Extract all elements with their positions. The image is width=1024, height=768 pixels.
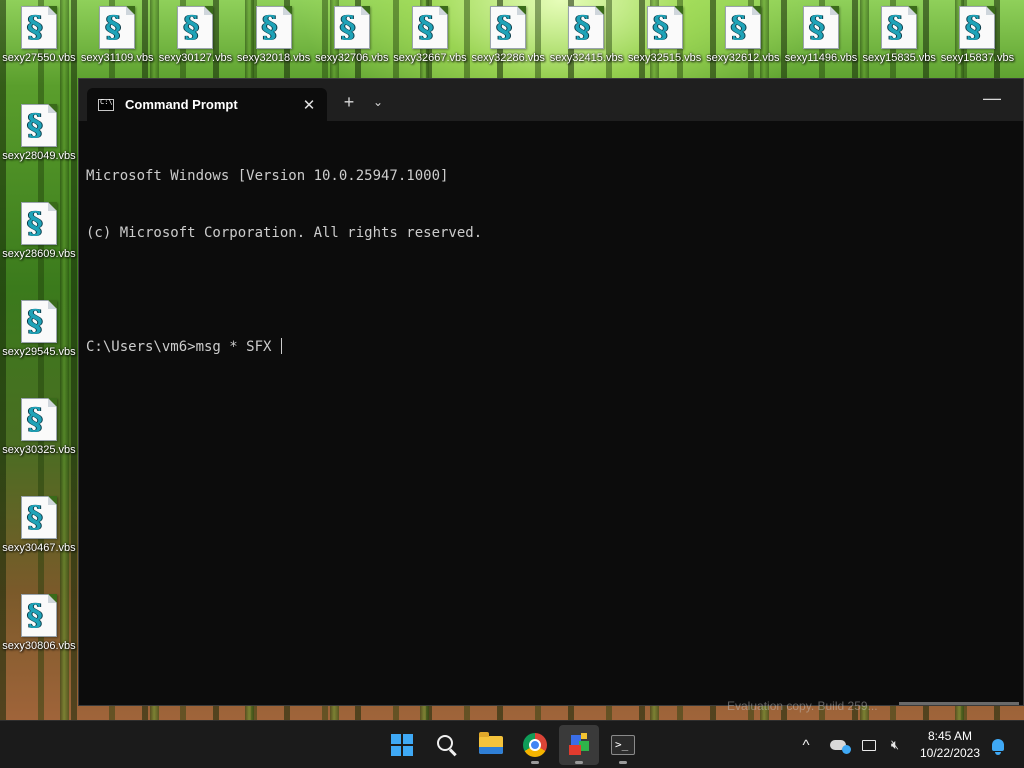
desktop-icon-label: sexy30467.vbs <box>2 542 76 554</box>
desktop-icon-label: sexy29545.vbs <box>2 346 76 358</box>
script-file-icon: § <box>333 6 370 49</box>
clock-time: 8:45 AM <box>927 729 973 743</box>
script-file-icon: § <box>21 496 57 539</box>
text-cursor <box>280 338 282 354</box>
desktop-icon-vbs[interactable]: § sexy28049.vbs <box>0 98 78 162</box>
chrome-button[interactable] <box>515 725 555 765</box>
console-line: Microsoft Windows [Version 10.0.25947.10… <box>86 168 449 184</box>
desktop-icon-label: sexy32286.vbs <box>471 52 545 64</box>
tab-dropdown-button[interactable]: ⌄ <box>365 91 391 113</box>
console-line: (c) Microsoft Corporation. All rights re… <box>86 225 483 241</box>
clock-date: 10/22/2023 <box>919 746 981 760</box>
tab-command-prompt[interactable]: Command Prompt ✕ <box>87 88 327 121</box>
desktop-icon-vbs[interactable]: § sexy32706.vbs <box>313 0 391 64</box>
show-hidden-icons-chevron[interactable]: ^ <box>795 721 817 768</box>
script-file-icon: § <box>21 300 57 343</box>
notification-bell-icon[interactable] <box>988 721 1008 768</box>
desktop-icon-vbs[interactable]: § sexy31109.vbs <box>78 0 156 64</box>
script-file-icon: § <box>177 6 214 49</box>
desktop-icon-vbs[interactable]: § sexy28609.vbs <box>0 196 78 260</box>
terminal-button[interactable]: >_ <box>603 725 643 765</box>
desktop-icon-vbs[interactable]: § sexy32018.vbs <box>235 0 313 64</box>
desktop-icon-vbs[interactable]: § sexy15837.vbs <box>938 0 1016 64</box>
script-file-icon: § <box>881 6 918 49</box>
command-prompt-window[interactable]: Command Prompt ✕ + ⌄ — Microsoft Windows… <box>78 78 1024 713</box>
script-file-icon: § <box>803 6 839 49</box>
desktop-icon-label: sexy32706.vbs <box>315 52 389 64</box>
taskbar: >_ ^ 🔇︎ 8:45 AM 10/22/2023 <box>0 720 1024 768</box>
desktop-icon-label: sexy31109.vbs <box>80 52 154 64</box>
title-bar[interactable]: Command Prompt ✕ + ⌄ — <box>79 79 1023 121</box>
desktop-icon-vbs[interactable]: § sexy30467.vbs <box>0 490 78 554</box>
script-file-icon: § <box>21 104 57 147</box>
desktop-icon-label: sexy30806.vbs <box>2 640 76 652</box>
desktop-icon-vbs[interactable]: § sexy27550.vbs <box>0 0 78 64</box>
desktop-icon-label: sexy15837.vbs <box>940 52 1015 64</box>
desktop-icon-vbs[interactable]: § sexy32515.vbs <box>626 0 704 64</box>
console-output[interactable]: Microsoft Windows [Version 10.0.25947.10… <box>86 129 1013 395</box>
desktop-icon-label: sexy28609.vbs <box>2 248 76 260</box>
script-file-icon: § <box>99 6 136 49</box>
desktop-icon-vbs[interactable]: § sexy32612.vbs <box>704 0 782 64</box>
script-file-icon: § <box>21 202 57 245</box>
desktop-icon-vbs[interactable]: § sexy30806.vbs <box>0 588 78 652</box>
search-button[interactable] <box>427 725 467 765</box>
script-file-icon: § <box>646 6 683 49</box>
onedrive-icon[interactable] <box>826 721 851 768</box>
desktop-icon-label: sexy32515.vbs <box>627 52 702 64</box>
desktop-icon-vbs[interactable]: § sexy11496.vbs <box>782 0 860 64</box>
desktop-icon-label: sexy30325.vbs <box>2 444 76 456</box>
desktop-icon-label: sexy27550.vbs <box>2 52 76 64</box>
volume-muted-icon[interactable]: 🔇︎ <box>884 721 906 768</box>
desktop-icon-label: sexy32667.vbs <box>393 52 467 64</box>
prompt-text: C:\Users\vm6>msg * SFX <box>86 339 280 355</box>
desktop-icon-label: sexy32018.vbs <box>236 52 311 64</box>
desktop-icon-label: sexy11496.vbs <box>784 52 858 64</box>
tab-title: Command Prompt <box>125 97 238 112</box>
scrollbar[interactable] <box>899 702 1019 705</box>
desktop-icon-label: sexy32612.vbs <box>706 52 780 64</box>
cmd-icon <box>98 98 114 111</box>
desktop-icon-vbs[interactable]: § sexy30325.vbs <box>0 392 78 456</box>
clock[interactable]: 8:45 AM 10/22/2023 <box>912 728 988 762</box>
search-icon <box>437 735 453 751</box>
network-icon[interactable] <box>858 721 880 768</box>
desktop-icon-label: sexy30127.vbs <box>158 52 233 64</box>
windows-logo-icon <box>391 734 413 756</box>
desktop-icon-vbs[interactable]: § sexy15835.vbs <box>860 0 938 64</box>
terminal-icon: >_ <box>611 735 635 755</box>
script-file-icon: § <box>959 6 996 49</box>
script-file-icon: § <box>568 6 605 49</box>
evaluation-watermark: Evaluation copy. Build 259... <box>727 699 878 713</box>
app-blocks-icon <box>567 733 591 757</box>
prompt-line[interactable]: C:\Users\vm6>msg * SFX <box>86 338 1013 357</box>
file-explorer-button[interactable] <box>471 725 511 765</box>
folder-icon <box>479 732 503 754</box>
script-file-icon: § <box>21 398 57 441</box>
desktop-icon-vbs[interactable]: § sexy30127.vbs <box>156 0 234 64</box>
running-indicator <box>619 761 627 764</box>
running-indicator <box>531 761 539 764</box>
start-button[interactable] <box>382 725 422 765</box>
desktop-icon-vbs[interactable]: § sexy32286.vbs <box>469 0 547 64</box>
script-file-icon: § <box>21 594 57 637</box>
desktop-icon-vbs[interactable]: § sexy29545.vbs <box>0 294 78 358</box>
desktop-icon-vbs[interactable]: § sexy32415.vbs <box>547 0 625 64</box>
desktop-icon-label: sexy32415.vbs <box>549 52 624 64</box>
desktop-icon-label: sexy28049.vbs <box>2 150 76 162</box>
desktop-icon-label: sexy15835.vbs <box>862 52 936 64</box>
script-file-icon: § <box>255 6 292 49</box>
script-file-icon: § <box>21 6 57 49</box>
script-file-icon: § <box>724 6 761 49</box>
desktop-icon-vbs[interactable]: § sexy32667.vbs <box>391 0 469 64</box>
running-indicator <box>575 761 583 764</box>
close-tab-button[interactable]: ✕ <box>294 91 324 119</box>
new-tab-button[interactable]: + <box>336 91 362 113</box>
minimize-button[interactable]: — <box>979 87 1005 109</box>
chrome-icon <box>523 733 547 757</box>
script-file-icon: § <box>490 6 527 49</box>
script-file-icon: § <box>412 6 448 49</box>
blocks-app-button[interactable] <box>559 725 599 765</box>
